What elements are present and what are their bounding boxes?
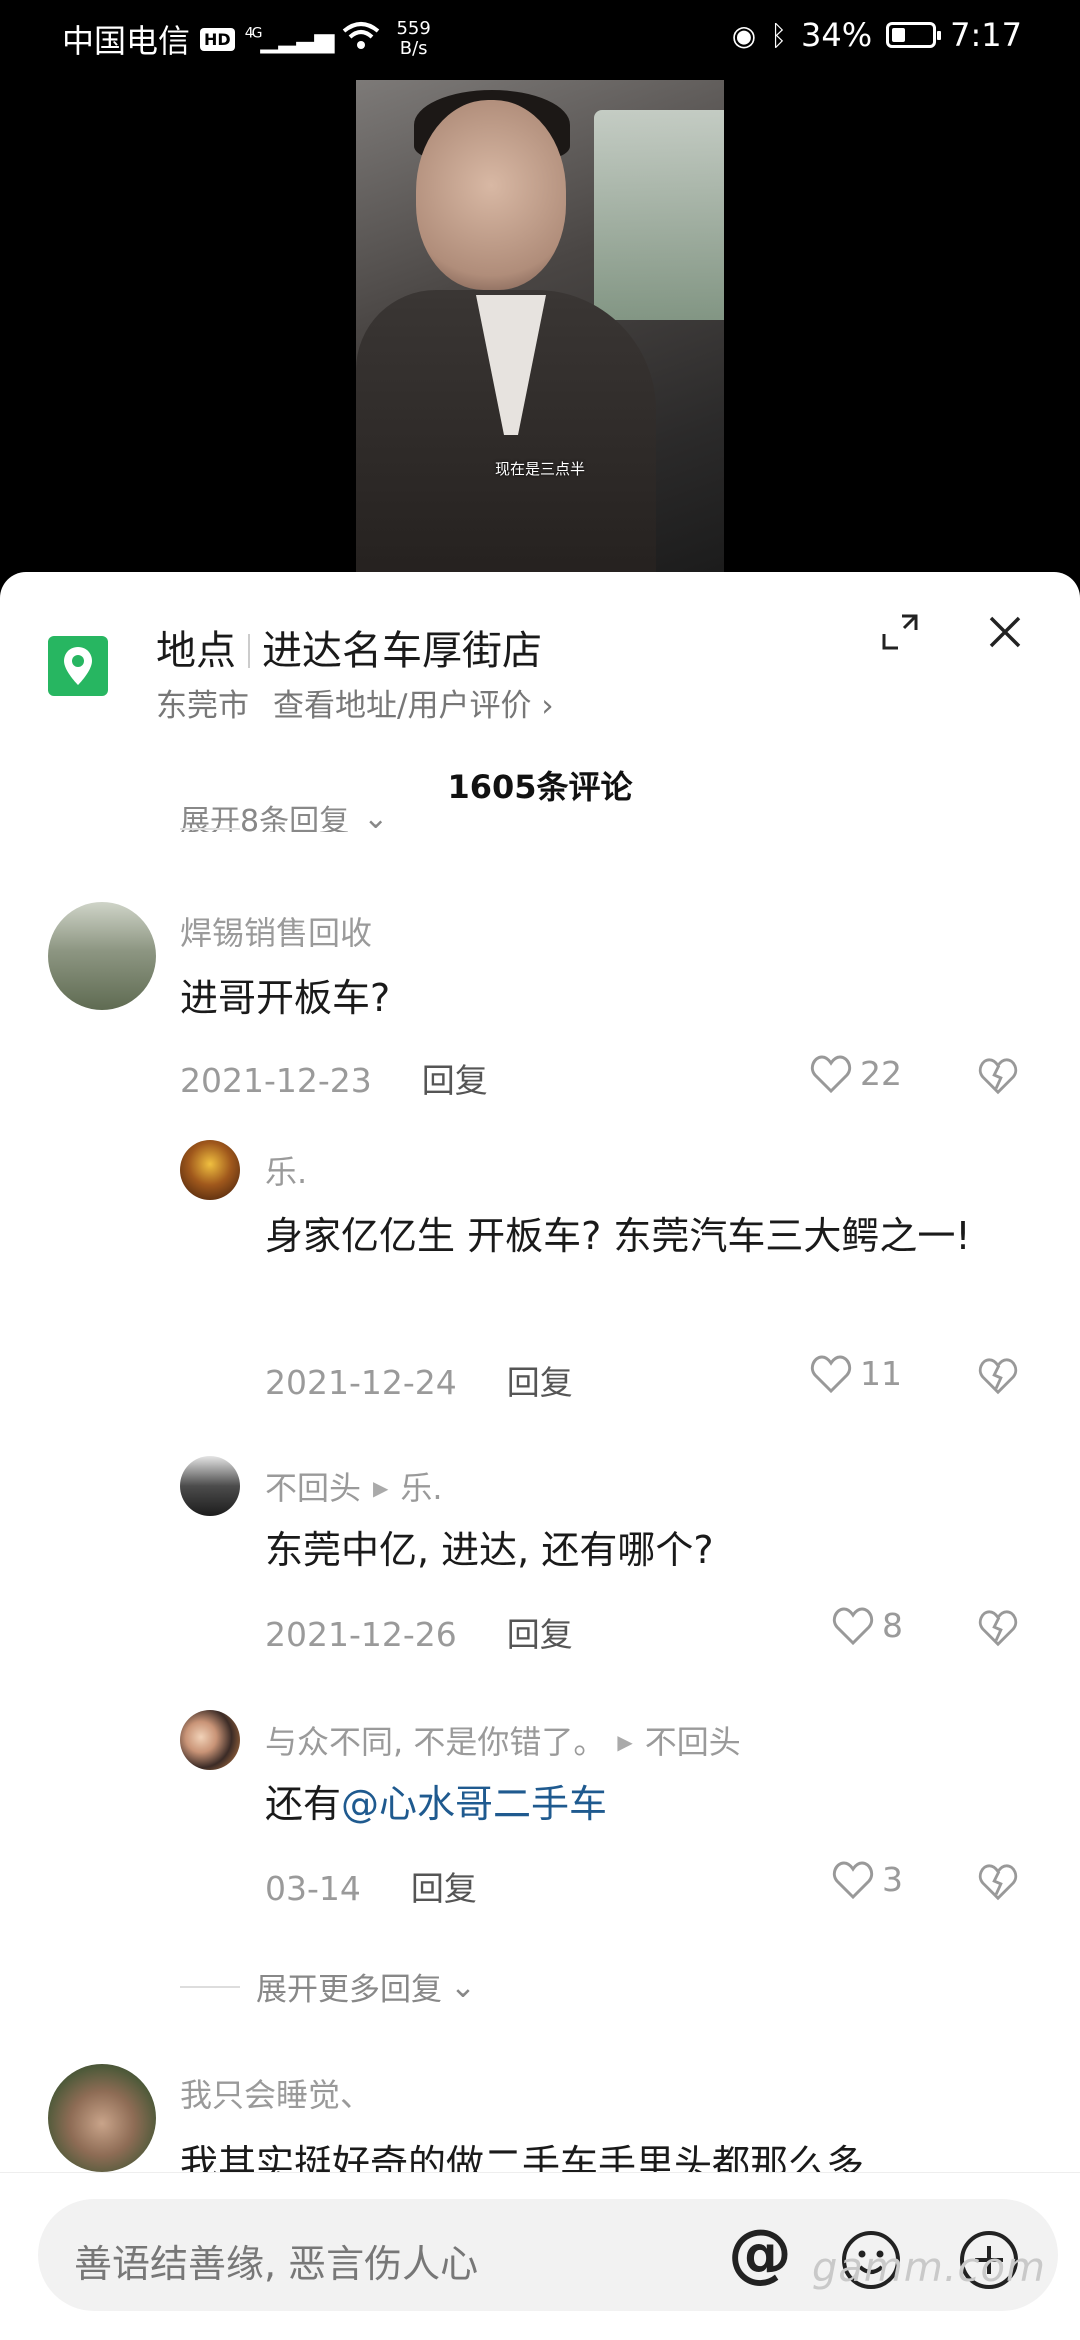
avatar[interactable] — [180, 1140, 240, 1200]
location-title[interactable]: 地点 进达名车厚街店 — [156, 618, 542, 676]
dislike-icon[interactable] — [978, 1862, 1018, 1902]
reply-arrow-icon: ▶ — [373, 1476, 389, 1500]
at-mention-icon[interactable]: @ — [728, 2217, 792, 2291]
close-icon[interactable] — [985, 612, 1025, 652]
video-subtitle: 现在是三点半 — [494, 460, 585, 478]
heart-icon — [810, 1354, 852, 1393]
mention-link[interactable]: @心水哥二手车 — [341, 1782, 607, 1826]
dislike-icon[interactable] — [978, 1056, 1018, 1096]
avatar[interactable] — [180, 1456, 240, 1516]
comment-meta: 2021-12-26 回复 — [265, 1608, 573, 1656]
dislike-icon[interactable] — [978, 1356, 1018, 1396]
signal-icon: 4G▁▂▃▅ — [244, 24, 335, 54]
reply-to-username[interactable]: 不回头 — [645, 1723, 741, 1761]
reply-button[interactable]: 回复 — [422, 1061, 488, 1100]
comment-username[interactable]: 我只会睡觉、 — [180, 2070, 372, 2116]
battery-icon — [886, 22, 942, 48]
heart-icon — [810, 1054, 852, 1093]
comment-input-placeholder: 善语结善缘, 恶言伤人心 — [74, 2242, 479, 2286]
bluetooth-icon: ᛒ — [770, 18, 788, 52]
comment-text[interactable]: 进哥开板车? — [180, 966, 390, 1030]
like-button[interactable]: 11 — [810, 1354, 902, 1393]
comment-username-line: 与众不同, 不是你错了。 ▶ 不回头 — [265, 1717, 741, 1763]
expand-more-replies[interactable]: 展开更多回复 ⌄ — [180, 1964, 476, 2009]
like-count: 8 — [882, 1606, 903, 1645]
location-subtitle[interactable]: 东莞市 查看地址/用户评价 › — [156, 680, 554, 725]
watermark: gamm.com — [812, 2245, 1046, 2291]
wifi-icon — [342, 21, 380, 58]
location-link[interactable]: 查看地址/用户评价 › — [273, 688, 554, 724]
reply-button[interactable]: 回复 — [411, 1869, 477, 1908]
avatar[interactable] — [180, 1710, 240, 1770]
avatar[interactable] — [48, 2064, 156, 2172]
reply-button[interactable]: 回复 — [507, 1615, 573, 1654]
comment-username-line: 不回头 ▶ 乐. — [265, 1463, 443, 1509]
like-button[interactable]: 8 — [832, 1606, 903, 1645]
comment-meta: 2021-12-24 回复 — [265, 1356, 573, 1404]
video-player[interactable]: 现在是三点半 — [356, 80, 724, 580]
avatar[interactable] — [48, 902, 156, 1010]
location-city: 东莞市 — [156, 688, 249, 724]
clock: 7:17 — [950, 16, 1022, 54]
comment-text[interactable]: 东莞中亿, 进达, 还有哪个? — [265, 1518, 714, 1582]
network-speed: 559 B/s — [396, 18, 431, 59]
chevron-down-icon: ⌄ — [363, 804, 389, 832]
like-button[interactable]: 22 — [810, 1054, 902, 1093]
comment-username[interactable]: 乐. — [265, 1147, 307, 1193]
comment-username[interactable]: 与众不同, 不是你错了。 — [265, 1723, 605, 1761]
like-button[interactable]: 3 — [832, 1860, 903, 1899]
dislike-icon[interactable] — [978, 1608, 1018, 1648]
reply-to-username[interactable]: 乐. — [400, 1469, 442, 1507]
car-window — [594, 110, 724, 320]
comment-date: 2021-12-23 — [180, 1061, 372, 1100]
comment-date: 03-14 — [265, 1869, 361, 1908]
location-label: 地点 — [156, 628, 236, 674]
divider — [180, 828, 240, 830]
carrier-name: 中国电信 — [62, 22, 191, 60]
battery-percent: 34% — [801, 16, 873, 54]
heart-icon — [832, 1606, 874, 1645]
reply-button[interactable]: 回复 — [507, 1363, 573, 1402]
eye-icon: ◉ — [731, 18, 757, 52]
comment-meta: 03-14 回复 — [265, 1862, 477, 1910]
comment-username[interactable]: 焊锡销售回收 — [180, 908, 372, 954]
comment-meta: 2021-12-23 回复 — [180, 1054, 488, 1102]
hd-badge: HD — [200, 27, 235, 51]
divider — [180, 1985, 240, 1988]
status-bar: 中国电信 HD 4G▁▂▃▅ 559 B/s ◉ ᛒ 34% 7:17 — [0, 0, 1080, 80]
expand-icon[interactable] — [880, 612, 920, 652]
comments-count: 1605条评论 — [447, 768, 633, 806]
heart-icon — [832, 1860, 874, 1899]
like-count: 22 — [860, 1054, 902, 1093]
like-count: 3 — [882, 1860, 903, 1899]
reply-arrow-icon: ▶ — [617, 1730, 633, 1754]
video-person-head — [416, 100, 566, 290]
comment-input-bar: 善语结善缘, 恶言伤人心 @ gamm.com — [0, 2172, 1080, 2340]
comment-username[interactable]: 不回头 — [265, 1469, 361, 1507]
location-pin-icon[interactable] — [48, 636, 108, 696]
comment-date: 2021-12-24 — [265, 1363, 457, 1402]
comment-text[interactable]: 还有@心水哥二手车 — [265, 1772, 607, 1836]
location-name: 进达名车厚街店 — [262, 628, 542, 674]
comment-text[interactable]: 身家亿亿生 开板车? 东莞汽车三大鳄之一! — [265, 1204, 1025, 1268]
comments-sheet: 地点 进达名车厚街店 东莞市 查看地址/用户评价 › 1605条评论 展开8条回复 ⌄… — [0, 572, 1080, 2340]
comment-date: 2021-12-26 — [265, 1615, 457, 1654]
chevron-down-icon: ⌄ — [450, 1968, 476, 2005]
like-count: 11 — [860, 1354, 902, 1393]
